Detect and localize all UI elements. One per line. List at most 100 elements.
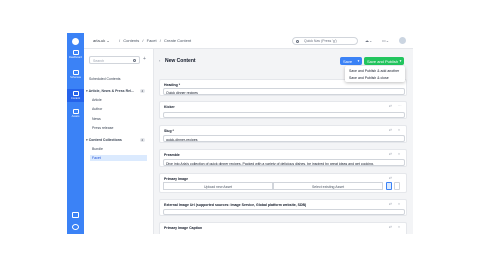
list-view-icon[interactable] [386, 182, 392, 190]
image-icon [72, 109, 79, 114]
logo-icon [72, 38, 79, 45]
breadcrumb-separator: / [119, 38, 121, 43]
translate-icon[interactable]: ⇄ [389, 104, 392, 108]
preamble-input[interactable]: Dive into Arla's collection of quick din… [163, 159, 405, 166]
search-icon [133, 59, 136, 62]
tree-item-bundle[interactable]: Bundle [92, 147, 103, 151]
add-icon[interactable]: + [143, 56, 146, 62]
translate-icon[interactable]: ⇄ [389, 225, 392, 229]
tree-item-scheduled[interactable]: Scheduled Contents [89, 77, 121, 81]
tree-item-author[interactable]: Author [92, 107, 102, 111]
content-tree-panel: Search + Scheduled Contents ▾ Article, N… [84, 49, 154, 234]
field-kicker: Kicker ⇄ ⋯ [159, 101, 407, 119]
cloud-icon[interactable]: ☁⌄ [365, 38, 372, 43]
publish-button-label: Save and Publish [367, 58, 399, 64]
menu-item-publish-add-another[interactable]: Save and Publish & add another [349, 69, 399, 73]
avatar[interactable] [399, 37, 406, 44]
tree-item-press-release[interactable]: Press release [92, 126, 113, 130]
tree-item-article[interactable]: Article [92, 98, 102, 102]
field-primary-image: Primary Image ⇄ Upload new Asset Select … [159, 173, 407, 193]
schema-icon [72, 70, 79, 75]
count-badge: 4 [140, 89, 145, 93]
more-icon[interactable]: ⋯ [398, 104, 402, 108]
sidebar-item-assets[interactable]: Assets [67, 109, 84, 118]
field-label: Primary Image Caption [164, 226, 203, 230]
settings-icon[interactable] [72, 212, 79, 218]
tree-search-input[interactable]: Search [89, 56, 140, 64]
main-sidebar: Dashboard Schemas Content Assets [67, 33, 84, 234]
slug-input[interactable]: quick-dinner-recipes [163, 135, 405, 142]
tree-item-label: Facet [92, 156, 101, 160]
sidebar-item-content[interactable]: Content [67, 89, 84, 102]
content-editor: ‹ New Content Save ▼ Save and Publish ▼ … [155, 49, 413, 234]
translate-icon[interactable]: ⇄ [389, 202, 392, 206]
close-icon[interactable]: × [398, 152, 400, 156]
home-icon [72, 50, 79, 55]
heading-input[interactable]: Quick dinner recipes [163, 88, 405, 95]
field-slug: Slug * ⇄ × quick-dinner-recipes [159, 125, 407, 143]
field-label: Preamble [164, 153, 180, 157]
tree-item-label: Press release [92, 126, 114, 130]
translate-icon[interactable]: ⇄ [389, 176, 392, 180]
editor-header: ‹ New Content Save ▼ Save and Publish ▼ [155, 54, 413, 65]
external-image-url-input[interactable] [163, 209, 405, 215]
save-button[interactable]: Save ▼ [340, 57, 362, 65]
help-icon[interactable] [72, 224, 79, 230]
breadcrumb-separator: / [159, 38, 161, 43]
field-label: Heading * [164, 83, 181, 87]
close-icon[interactable]: × [398, 202, 400, 206]
grid-view-icon[interactable] [394, 182, 400, 190]
tree-item-label: Bundle [92, 147, 103, 151]
sidebar-item-schemas[interactable]: Schemas [67, 70, 84, 79]
count-badge: 2 [140, 138, 145, 142]
tree-search-placeholder: Search [93, 58, 105, 63]
tree-item-label: Article, News & Press Rel... [88, 89, 134, 93]
breadcrumb-current: Create Content [164, 38, 192, 43]
tree-group-collections[interactable]: ▾ Content Collections [86, 138, 122, 142]
locale-selector[interactable]: arla-uk ⌄ [93, 38, 110, 43]
breadcrumb: / Contents / Facet / Create Content [119, 38, 193, 43]
field-preamble: Preamble ⇄ × Dive into Arla's collection… [159, 149, 407, 167]
translate-icon[interactable]: ⇄ [389, 128, 392, 132]
back-icon[interactable]: ‹ [159, 58, 160, 63]
breadcrumb-separator: / [142, 38, 144, 43]
tree-group-articles[interactable]: ▾ Article, News & Press Rel... [86, 89, 134, 93]
upload-asset-button[interactable]: Upload new Asset [163, 182, 273, 190]
field-label: Kicker [164, 105, 175, 109]
sidebar-item-label: Dashboard [69, 56, 82, 59]
sidebar-item-label: Assets [71, 115, 80, 118]
quick-nav-search[interactable]: Quick Nav (Press 'g') [292, 37, 358, 45]
content-icon [72, 91, 79, 96]
tree-item-label: Content Collections [88, 138, 122, 142]
menu-item-publish-close[interactable]: Save and Publish & close [349, 76, 389, 80]
chevron-down-icon: ▼ [399, 58, 402, 63]
tree-item-label: Scheduled Contents [89, 77, 121, 81]
search-icon [296, 40, 299, 43]
field-label: External Image Url (supported sources: I… [164, 203, 307, 207]
tree-item-news[interactable]: News [92, 117, 101, 121]
translate-icon[interactable]: ⇄ [389, 152, 392, 156]
save-and-publish-button[interactable]: Save and Publish ▼ [364, 57, 404, 65]
close-icon[interactable]: × [398, 128, 400, 132]
chevron-down-icon: ▼ [357, 58, 360, 63]
breadcrumb-facet[interactable]: Facet [147, 38, 157, 43]
top-bar: arla-uk ⌄ / Contents / Facet / Create Co… [84, 33, 413, 49]
tree-item-label: News [92, 117, 101, 121]
tree-item-label: Author [92, 107, 103, 111]
sidebar-item-label: Schemas [70, 76, 81, 79]
select-asset-button[interactable]: Select existing Asset [273, 182, 383, 190]
close-icon[interactable]: × [398, 225, 400, 229]
sidebar-item-label: Content [70, 97, 81, 100]
field-external-image-url: External Image Url (supported sources: I… [159, 199, 407, 216]
app-window: Dashboard Schemas Content Assets arla-uk… [67, 33, 413, 234]
save-button-label: Save [343, 58, 353, 64]
tree-item-facet[interactable]: Facet [90, 155, 147, 161]
locale-label: arla-uk [93, 38, 106, 43]
breadcrumb-contents[interactable]: Contents [123, 38, 139, 43]
chat-icon[interactable]: ▭⌄ [382, 38, 389, 43]
quick-nav-placeholder: Quick Nav (Press 'g') [304, 39, 337, 43]
sidebar-item-dashboard[interactable]: Dashboard [67, 50, 84, 59]
field-primary-image-caption: Primary Image Caption ⇄ × [159, 222, 407, 234]
kicker-input[interactable] [163, 112, 405, 118]
publish-dropdown-menu: Save and Publish & add another Save and … [345, 66, 405, 82]
